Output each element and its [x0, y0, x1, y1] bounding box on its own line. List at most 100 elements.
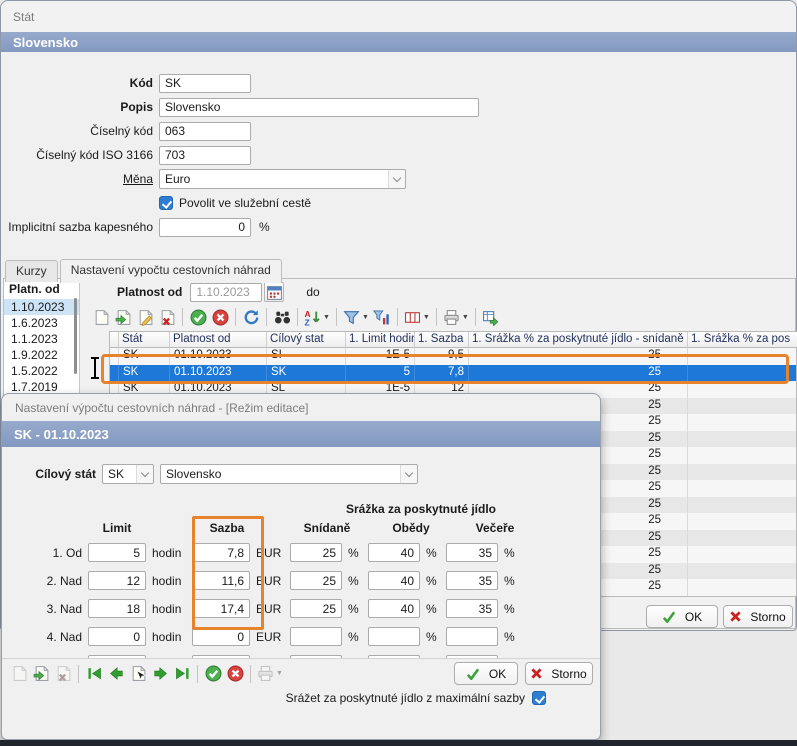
column-header[interactable]: Stát — [119, 332, 170, 348]
vecere-input-3[interactable]: 35 — [446, 599, 498, 618]
snidane-input-3[interactable]: 25 — [290, 599, 342, 618]
cancel-icon[interactable] — [209, 306, 231, 328]
sazba-input-1[interactable]: 7,8 — [192, 543, 250, 562]
cancel-icon[interactable] — [224, 663, 246, 685]
mena-combobox[interactable]: Euro — [159, 169, 406, 189]
sazba-input-3[interactable]: 17,4 — [192, 599, 250, 618]
ok-button[interactable]: OK — [646, 605, 718, 628]
kod-input[interactable]: SK — [159, 74, 251, 93]
column-header[interactable]: 1. Srážka % za pos — [688, 332, 797, 348]
vecere-input-1[interactable]: 35 — [446, 543, 498, 562]
chevron-down-icon[interactable] — [136, 465, 153, 483]
table-cell — [688, 579, 797, 596]
validity-date-item[interactable]: 1.1.2023 — [4, 331, 79, 347]
columns-icon[interactable]: ▼ — [402, 306, 432, 328]
nav-prev-icon[interactable] — [105, 663, 127, 685]
limit-input-1[interactable]: 5 — [88, 543, 146, 562]
percent-unit-label: % — [420, 630, 440, 644]
print-icon: ▼ — [255, 663, 285, 685]
obedy-input-2[interactable]: 40 — [368, 571, 420, 590]
toolbar-separator — [397, 308, 398, 326]
table-cell — [688, 398, 797, 415]
column-header[interactable]: 1. Srážka % za poskytnuté jídlo - snídan… — [469, 332, 688, 348]
select-list-icon[interactable] — [127, 663, 149, 685]
popis-label: Popis — [7, 100, 159, 114]
export-icon[interactable] — [480, 306, 502, 328]
kapesne-input[interactable]: 0 — [159, 218, 251, 237]
edit-icon[interactable] — [134, 306, 156, 328]
column-header[interactable]: 1. Sazba — [415, 332, 469, 348]
obedy-input-4[interactable] — [368, 627, 420, 646]
nav-last-icon[interactable] — [171, 663, 193, 685]
ciselny-kod-input[interactable]: 063 — [159, 122, 251, 141]
table-row[interactable]: SK01.10.2023SK57,825 — [110, 365, 796, 382]
storno-button[interactable]: Storno — [723, 605, 793, 628]
snidane-input-4[interactable] — [290, 627, 342, 646]
dropdown-caret-icon[interactable]: ▼ — [423, 314, 430, 321]
obedy-input-3[interactable]: 40 — [368, 599, 420, 618]
rate-row: 4. Nad0hodin0EUR%%% — [10, 627, 518, 646]
max-sazba-checkbox[interactable] — [532, 691, 546, 705]
platnost-od-input[interactable]: 1.10.2023 — [190, 283, 262, 302]
limit-input-4[interactable]: 0 — [88, 627, 146, 646]
limit-input-2[interactable]: 12 — [88, 571, 146, 590]
filter-icon[interactable]: ▼ — [341, 306, 371, 328]
chevron-down-icon[interactable] — [388, 170, 405, 188]
window-titlebar: Stát — [1, 1, 796, 32]
snidane-input-2[interactable]: 25 — [290, 571, 342, 590]
sort-az-icon[interactable]: AZ▼ — [302, 306, 332, 328]
table-cell — [688, 513, 797, 530]
validity-date-item[interactable]: 1.6.2023 — [4, 315, 79, 331]
popis-input[interactable]: Slovensko — [159, 98, 479, 117]
vecere-input-4[interactable] — [446, 627, 498, 646]
ciselny-kod-label: Číselný kód — [7, 124, 159, 138]
validity-date-item[interactable]: 1.9.2022 — [4, 347, 79, 363]
import-icon[interactable] — [30, 663, 52, 685]
dropdown-caret-icon[interactable]: ▼ — [276, 670, 283, 677]
sazba-input-2[interactable]: 11,6 — [192, 571, 250, 590]
dropdown-caret-icon[interactable]: ▼ — [323, 314, 330, 321]
left-panel-scrollbar[interactable] — [74, 298, 77, 374]
tab-kurzy[interactable]: Kurzy — [5, 260, 58, 282]
table-cell: SI — [267, 348, 346, 365]
filter-chart-icon[interactable] — [371, 306, 393, 328]
obedy-input-1[interactable]: 40 — [368, 543, 420, 562]
chevron-down-icon[interactable] — [400, 465, 417, 483]
calendar-icon[interactable] — [264, 282, 284, 302]
table-cell — [688, 381, 797, 398]
nav-next-icon[interactable] — [149, 663, 171, 685]
toolbar-separator — [250, 665, 251, 683]
dialog-storno-button[interactable]: Storno — [525, 662, 593, 685]
import-icon[interactable] — [112, 306, 134, 328]
dropdown-caret-icon[interactable]: ▼ — [462, 314, 469, 321]
validity-date-item[interactable]: 1.10.2023 — [4, 299, 79, 315]
confirm-icon[interactable] — [202, 663, 224, 685]
column-header[interactable]: 1. Limit hodin — [346, 332, 415, 348]
confirm-icon[interactable] — [187, 306, 209, 328]
nav-first-icon[interactable] — [83, 663, 105, 685]
sazba-input-4[interactable]: 0 — [192, 627, 250, 646]
iso-kod-input[interactable]: 703 — [159, 146, 251, 165]
search-icon[interactable] — [271, 306, 293, 328]
refresh-icon[interactable] — [240, 306, 262, 328]
delete-icon[interactable] — [156, 306, 178, 328]
cilovy-stat-code-combobox[interactable]: SK — [102, 464, 154, 484]
print-icon[interactable]: ▼ — [441, 306, 471, 328]
toolbar-separator — [297, 308, 298, 326]
dialog-ok-button[interactable]: OK — [454, 662, 518, 685]
cilovy-stat-name-combobox[interactable]: Slovensko — [160, 464, 418, 484]
tab-nastaveni-nahrad[interactable]: Nastavení vypočtu cestovních náhrad — [60, 259, 282, 283]
column-header[interactable] — [110, 332, 119, 348]
validity-date-item[interactable]: 1.5.2022 — [4, 363, 79, 379]
new-document-icon[interactable] — [90, 306, 112, 328]
column-header[interactable]: Platnost od — [170, 332, 267, 348]
table-cell — [688, 480, 797, 497]
vecere-input-2[interactable]: 35 — [446, 571, 498, 590]
mena-label[interactable]: Měna — [7, 172, 159, 186]
limit-input-3[interactable]: 18 — [88, 599, 146, 618]
povolit-checkbox[interactable] — [159, 196, 173, 210]
column-header[interactable]: Cílový stat — [267, 332, 346, 348]
table-row[interactable]: SK01.10.2023SI1E-59,525 — [110, 348, 796, 365]
snidane-input-1[interactable]: 25 — [290, 543, 342, 562]
dropdown-caret-icon[interactable]: ▼ — [362, 314, 369, 321]
